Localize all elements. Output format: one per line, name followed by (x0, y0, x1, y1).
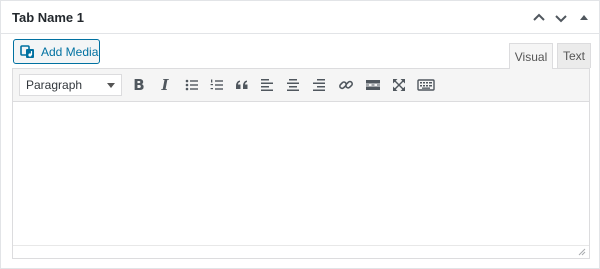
panel-title: Tab Name 1 (12, 10, 85, 25)
add-media-button[interactable]: Add Media (13, 39, 100, 64)
toolbar-toggle-button[interactable] (415, 75, 437, 95)
fullscreen-button[interactable] (388, 75, 410, 95)
editor-statusbar (13, 245, 589, 258)
editor-toolbar: Paragraph B I (13, 69, 589, 102)
bold-icon: B (133, 76, 145, 94)
numbered-list-icon (210, 79, 223, 90)
move-down-button[interactable] (551, 8, 571, 28)
bullet-list-button[interactable] (181, 75, 203, 95)
triangle-up-icon (580, 15, 588, 20)
move-up-button[interactable] (529, 8, 549, 28)
dropdown-caret-icon (107, 83, 115, 88)
format-select-value: Paragraph (26, 78, 83, 92)
blockquote-button[interactable] (231, 75, 253, 95)
blockquote-icon (236, 80, 248, 89)
tab-visual[interactable]: Visual (509, 43, 553, 69)
align-left-icon (261, 79, 273, 91)
align-right-button[interactable] (308, 75, 330, 95)
insert-link-button[interactable] (335, 75, 357, 95)
panel-header: Tab Name 1 (1, 1, 599, 34)
align-center-icon (287, 79, 299, 91)
toolbar-toggle-icon (417, 79, 435, 91)
numbered-list-button[interactable] (206, 75, 228, 95)
fullscreen-icon (393, 79, 405, 91)
resize-handle-icon[interactable] (578, 248, 586, 256)
chevron-up-icon (533, 13, 545, 21)
bold-button[interactable]: B (128, 75, 150, 95)
read-more-icon (366, 80, 380, 90)
add-media-label: Add Media (41, 44, 99, 59)
align-left-button[interactable] (256, 75, 278, 95)
format-select[interactable]: Paragraph (19, 74, 122, 96)
italic-icon: I (161, 76, 169, 94)
align-right-icon (313, 79, 325, 91)
tab-text[interactable]: Text (557, 43, 591, 68)
toggle-panel-button[interactable] (574, 8, 594, 28)
italic-button[interactable]: I (154, 75, 176, 95)
editor-content-area[interactable] (13, 102, 589, 245)
align-center-button[interactable] (282, 75, 304, 95)
read-more-button[interactable] (362, 75, 384, 95)
tab-panel: Tab Name 1 Add Media Visual Text Paragra… (0, 0, 600, 269)
chevron-down-icon (555, 15, 567, 23)
link-icon (339, 80, 353, 90)
rich-text-editor: Paragraph B I (12, 68, 590, 259)
bullet-list-icon (185, 79, 198, 91)
add-media-icon (20, 44, 36, 60)
